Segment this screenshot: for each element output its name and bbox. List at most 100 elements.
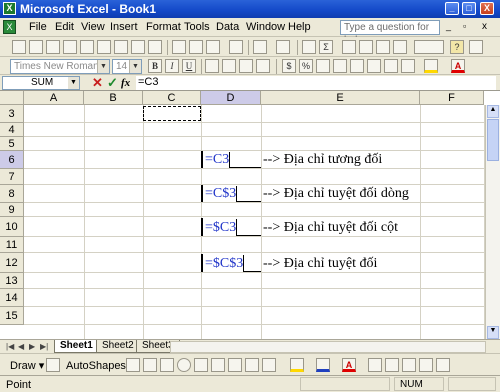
formula-input[interactable]: =C3 xyxy=(136,76,496,90)
italic-button[interactable]: I xyxy=(165,59,179,73)
align-left-icon[interactable] xyxy=(205,59,219,73)
oval-icon[interactable] xyxy=(177,358,191,372)
currency-button[interactable]: $ xyxy=(282,59,296,73)
comma-style-icon[interactable] xyxy=(316,59,330,73)
cell-d12[interactable]: =$C$3 xyxy=(203,255,245,272)
row-header-4[interactable]: 4 xyxy=(0,123,24,137)
menu-view[interactable]: View xyxy=(81,21,105,33)
wordart-icon[interactable] xyxy=(211,358,225,372)
increase-decimal-icon[interactable] xyxy=(333,59,347,73)
line-icon[interactable] xyxy=(126,358,140,372)
align-center-icon[interactable] xyxy=(222,59,236,73)
row-header-14[interactable]: 14 xyxy=(0,289,24,307)
menu-edit[interactable]: Edit xyxy=(55,21,74,33)
row-header-13[interactable]: 13 xyxy=(0,273,24,289)
column-header-b[interactable]: B xyxy=(84,91,143,105)
prev-sheet-icon[interactable]: ◀ xyxy=(18,342,24,351)
cell-e8[interactable]: --> Địa chỉ tuyệt đối dòng xyxy=(263,186,409,202)
row-header-10[interactable]: 10 xyxy=(0,217,24,237)
redo-icon[interactable] xyxy=(276,40,290,54)
cell-e6[interactable]: --> Địa chỉ tương đối xyxy=(263,152,382,168)
doc-restore-icon[interactable]: ▫ xyxy=(463,21,466,31)
draw-menu[interactable]: Draw ▾ xyxy=(10,359,44,372)
fill-color-icon[interactable] xyxy=(290,358,304,372)
column-header-a[interactable]: A xyxy=(24,91,84,105)
chart-wizard-icon[interactable] xyxy=(376,40,390,54)
vertical-scrollbar[interactable]: ▲ ▼ xyxy=(485,105,500,339)
format-painter-icon[interactable] xyxy=(229,40,243,54)
line-color-icon[interactable] xyxy=(316,358,330,372)
row-header-5[interactable]: 5 xyxy=(0,137,24,151)
row-header-15[interactable]: 15 xyxy=(0,307,24,325)
dash-style-icon[interactable] xyxy=(385,358,399,372)
select-all-corner[interactable] xyxy=(0,91,24,105)
research-icon[interactable] xyxy=(148,40,162,54)
row-header-9[interactable]: 9 xyxy=(0,203,24,217)
bold-button[interactable]: B xyxy=(148,59,162,73)
first-sheet-icon[interactable]: |◀ xyxy=(6,342,14,351)
excel-app-icon[interactable]: X xyxy=(3,2,16,15)
print-icon[interactable] xyxy=(97,40,111,54)
menu-data[interactable]: Data xyxy=(216,21,239,33)
cut-icon[interactable] xyxy=(172,40,186,54)
diagram-icon[interactable] xyxy=(228,358,242,372)
cell-d8[interactable]: =C$3 xyxy=(203,186,238,202)
arrow-icon[interactable] xyxy=(143,358,157,372)
cell-e10[interactable]: --> Địa chỉ tuyệt đối cột xyxy=(263,219,398,236)
print-preview-icon[interactable] xyxy=(114,40,128,54)
font-name-combo[interactable]: Times New Roman ▼ xyxy=(10,59,110,74)
worksheet-grid[interactable]: A B C D E F 3 4 5 6 7 8 9 10 11 12 13 14… xyxy=(0,91,500,339)
last-sheet-icon[interactable]: ▶| xyxy=(40,342,48,351)
save-icon[interactable] xyxy=(46,40,60,54)
scroll-thumb[interactable] xyxy=(487,119,499,161)
row-header-8[interactable]: 8 xyxy=(0,185,24,203)
picture-icon[interactable] xyxy=(262,358,276,372)
cell-e12[interactable]: --> Địa chỉ tuyệt đối xyxy=(263,255,377,272)
percent-button[interactable]: % xyxy=(299,59,313,73)
textbox-icon[interactable] xyxy=(194,358,208,372)
row-header-7[interactable]: 7 xyxy=(0,169,24,185)
row-header-12[interactable]: 12 xyxy=(0,253,24,273)
scroll-down-icon[interactable]: ▼ xyxy=(487,326,499,339)
row-header-6[interactable]: 6 xyxy=(0,151,24,169)
scroll-up-icon[interactable]: ▲ xyxy=(487,105,499,118)
next-sheet-icon[interactable]: ▶ xyxy=(29,342,35,351)
sort-ascending-icon[interactable] xyxy=(342,40,356,54)
rectangle-icon[interactable] xyxy=(160,358,174,372)
enter-icon[interactable]: ✓ xyxy=(107,76,118,90)
drawing-icon[interactable] xyxy=(393,40,407,54)
zoom-combo[interactable] xyxy=(414,40,444,54)
font-color-icon[interactable]: A xyxy=(451,59,465,73)
email-icon[interactable] xyxy=(80,40,94,54)
workbook-icon[interactable]: X xyxy=(3,20,16,34)
spelling-icon[interactable] xyxy=(131,40,145,54)
row-header-3[interactable]: 3 xyxy=(0,105,24,123)
minimize-button[interactable]: _ xyxy=(445,2,459,15)
tab-sheet1[interactable]: Sheet1 xyxy=(54,340,99,353)
arrow-style-icon[interactable] xyxy=(402,358,416,372)
select-objects-icon[interactable] xyxy=(46,358,60,372)
menu-window[interactable]: Window xyxy=(246,21,285,33)
menu-format[interactable]: Format xyxy=(146,21,181,33)
column-header-f[interactable]: F xyxy=(420,91,484,105)
menu-insert[interactable]: Insert xyxy=(110,21,138,33)
doc-minimize-icon[interactable]: _ xyxy=(446,21,451,31)
help-search-input[interactable]: Type a question for help xyxy=(340,20,440,46)
copy-icon[interactable] xyxy=(189,40,203,54)
horizontal-scrollbar[interactable] xyxy=(170,341,486,353)
shadow-style-icon[interactable] xyxy=(419,358,433,372)
autoshapes-menu[interactable]: AutoShapes ▾ xyxy=(66,359,135,372)
font-color-icon[interactable]: A xyxy=(342,358,356,372)
new-icon[interactable] xyxy=(12,40,26,54)
hyperlink-icon[interactable] xyxy=(302,40,316,54)
close-button[interactable]: X xyxy=(480,2,494,15)
clipart-icon[interactable] xyxy=(245,358,259,372)
column-header-d[interactable]: D xyxy=(201,91,261,105)
font-size-combo[interactable]: 14 ▼ xyxy=(112,59,142,74)
menu-tools[interactable]: Tools xyxy=(184,21,210,33)
help-assistant-icon[interactable] xyxy=(469,40,483,54)
sort-descending-icon[interactable] xyxy=(359,40,373,54)
cell-d10[interactable]: =$C3 xyxy=(203,219,238,236)
column-header-c[interactable]: C xyxy=(143,91,201,105)
cell-d6[interactable]: =C3 xyxy=(203,152,231,168)
